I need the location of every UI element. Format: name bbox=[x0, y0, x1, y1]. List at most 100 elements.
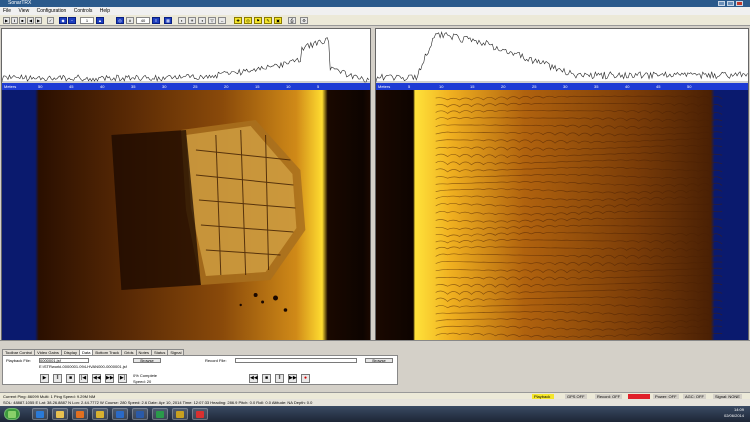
skip-forward-button[interactable]: ▶| bbox=[118, 374, 127, 383]
starboard-channel-panel: Meters 5 10 15 20 25 30 35 40 45 50 bbox=[375, 28, 749, 341]
taskbar-media-icon[interactable] bbox=[72, 408, 88, 420]
clock-date: 02/06/2014 bbox=[723, 413, 744, 418]
gain-icon[interactable]: ◆ bbox=[59, 17, 67, 24]
range-icon[interactable]: ▲ bbox=[96, 17, 104, 24]
taskbar-outlook-icon[interactable] bbox=[112, 408, 128, 420]
taskbar-ie-icon[interactable] bbox=[32, 408, 48, 420]
port-tick: 10 bbox=[286, 84, 291, 89]
starboard-scale-unit: Meters bbox=[378, 84, 391, 89]
camera-icon[interactable]: ▣ bbox=[274, 17, 282, 24]
step-forward-button[interactable]: ▶▶ bbox=[105, 374, 114, 383]
playback-browse-button[interactable]: Browse bbox=[133, 358, 161, 363]
port-tick: 35 bbox=[131, 84, 136, 89]
taskbar-folder-icon[interactable] bbox=[52, 408, 68, 420]
starboard-tick: 45 bbox=[656, 84, 661, 89]
playback-file-label: Playback File: bbox=[6, 358, 31, 363]
port-tick: 25 bbox=[193, 84, 198, 89]
palette-icon[interactable]: ▦ bbox=[164, 17, 172, 24]
menu-configuration[interactable]: Configuration bbox=[34, 7, 70, 15]
record-stop-button[interactable]: ■ bbox=[262, 374, 271, 383]
forward-icon[interactable]: ▶ bbox=[35, 17, 42, 24]
navigation-info-bar: SOL: 48887.1055 E Lat: 38.26.8887 N Lon:… bbox=[0, 399, 750, 406]
zoom-icon[interactable]: ◎ bbox=[116, 17, 124, 24]
navigation-readout: SOL: 48887.1055 E Lat: 38.26.8887 N Lon:… bbox=[3, 400, 313, 405]
color-icon[interactable]: ◐ bbox=[178, 17, 186, 24]
status-bar: Current Ping: 86099 Multi: 1 Ping Speed:… bbox=[0, 392, 750, 399]
port-tick: 40 bbox=[100, 84, 105, 89]
measure-icon[interactable]: ↔ bbox=[218, 17, 226, 24]
starboard-tick: 25 bbox=[532, 84, 537, 89]
check-icon[interactable]: ✓ bbox=[47, 17, 54, 24]
starboard-tick: 50 bbox=[687, 84, 692, 89]
record-file-label: Record File: bbox=[205, 358, 227, 363]
minimize-button[interactable] bbox=[718, 1, 725, 6]
rewind-icon[interactable]: ◀ bbox=[27, 17, 34, 24]
record-forward-button[interactable]: ▶▶ bbox=[288, 374, 297, 383]
port-tick: 5 bbox=[317, 84, 320, 89]
settings-icon[interactable]: ⚙ bbox=[300, 17, 308, 24]
step-back-button[interactable]: ◀◀ bbox=[92, 374, 101, 383]
flag-icon[interactable]: ⚑ bbox=[254, 17, 262, 24]
taskbar-excel-icon[interactable] bbox=[152, 408, 168, 420]
record-step-back-button[interactable]: ◀◀ bbox=[249, 374, 258, 383]
close-button[interactable] bbox=[736, 1, 743, 6]
title-bar: SonarTRX bbox=[0, 0, 750, 7]
playback-path: E:\STRworkl-0000001.094-HVAN000-0000001.… bbox=[39, 364, 127, 369]
pause-button[interactable]: ‖ bbox=[53, 374, 62, 383]
note-icon[interactable]: ✎ bbox=[264, 17, 272, 24]
taskbar-sonar-icon[interactable] bbox=[192, 408, 208, 420]
print-icon[interactable]: ⎙ bbox=[288, 17, 296, 24]
starboard-range-scale: Meters 5 10 15 20 25 30 35 40 45 50 bbox=[376, 83, 748, 90]
toolbar: ▶ ‖ ■ ◀ ▶ ✓ ◆ − 1 ▲ ◎ # 40 ≡ ▦ ◐ ☀ ◑ ▽ ↔… bbox=[0, 15, 750, 26]
starboard-tick: 10 bbox=[439, 84, 444, 89]
port-tick: 15 bbox=[255, 84, 260, 89]
layers-icon[interactable]: ≡ bbox=[152, 17, 160, 24]
record-browse-button[interactable]: Browse bbox=[365, 358, 393, 363]
start-button[interactable] bbox=[4, 408, 20, 420]
range-field[interactable]: 40 bbox=[136, 17, 150, 24]
maximize-button[interactable] bbox=[727, 1, 734, 6]
pause-icon[interactable]: ‖ bbox=[11, 17, 18, 24]
menu-help[interactable]: Help bbox=[97, 7, 113, 15]
filter-icon[interactable]: ▽ bbox=[208, 17, 216, 24]
record-file-field[interactable] bbox=[235, 358, 357, 363]
menu-controls[interactable]: Controls bbox=[71, 7, 96, 15]
play-button[interactable]: ▶ bbox=[40, 374, 49, 383]
starboard-tick: 15 bbox=[470, 84, 475, 89]
port-range-scale: Meters 50 45 40 35 30 25 20 15 10 5 bbox=[2, 83, 370, 90]
menu-bar: File View Configuration Controls Help bbox=[0, 7, 750, 15]
record-button[interactable]: ● bbox=[301, 374, 310, 383]
menu-file[interactable]: File bbox=[0, 7, 14, 15]
skip-back-button[interactable]: |◀ bbox=[79, 374, 88, 383]
port-scale-unit: Meters bbox=[4, 84, 17, 89]
brightness-icon[interactable]: ☀ bbox=[188, 17, 196, 24]
taskbar-app-icon[interactable] bbox=[172, 408, 188, 420]
starboard-sonar-image bbox=[376, 90, 748, 341]
starboard-tick: 5 bbox=[408, 84, 411, 89]
taskbar-chrome-icon[interactable] bbox=[92, 408, 108, 420]
port-tick: 45 bbox=[69, 84, 74, 89]
playback-progress: 0% Complete bbox=[133, 373, 158, 378]
grid-icon[interactable]: # bbox=[126, 17, 134, 24]
gain-field[interactable]: 1 bbox=[80, 17, 94, 24]
taskbar-word-icon[interactable] bbox=[132, 408, 148, 420]
os-taskbar: 14:09 02/06/2014 bbox=[0, 406, 750, 422]
playback-speed: Speed: 20 bbox=[133, 379, 152, 384]
play-icon[interactable]: ▶ bbox=[3, 17, 10, 24]
system-clock: 14:09 02/06/2014 bbox=[724, 407, 744, 419]
stop-icon[interactable]: ■ bbox=[19, 17, 26, 24]
window-title: SonarTRX bbox=[8, 0, 32, 6]
contrast-icon[interactable]: ◑ bbox=[198, 17, 206, 24]
stop-button[interactable]: ■ bbox=[66, 374, 75, 383]
port-sonar-image bbox=[2, 90, 370, 341]
menu-view[interactable]: View bbox=[15, 7, 32, 15]
port-tick: 20 bbox=[224, 84, 229, 89]
record-pause-button[interactable]: ‖ bbox=[275, 374, 284, 383]
marker-icon[interactable]: ✚ bbox=[234, 17, 242, 24]
port-channel-panel: Meters 50 45 40 35 30 25 20 15 10 5 bbox=[1, 28, 371, 341]
starboard-tick: 40 bbox=[625, 84, 630, 89]
starboard-amplitude-profile bbox=[376, 29, 748, 83]
target-icon[interactable]: ◎ bbox=[244, 17, 252, 24]
gain-minus-icon[interactable]: − bbox=[68, 17, 76, 24]
playback-file-field[interactable]: 0000001.jsf bbox=[39, 358, 89, 363]
